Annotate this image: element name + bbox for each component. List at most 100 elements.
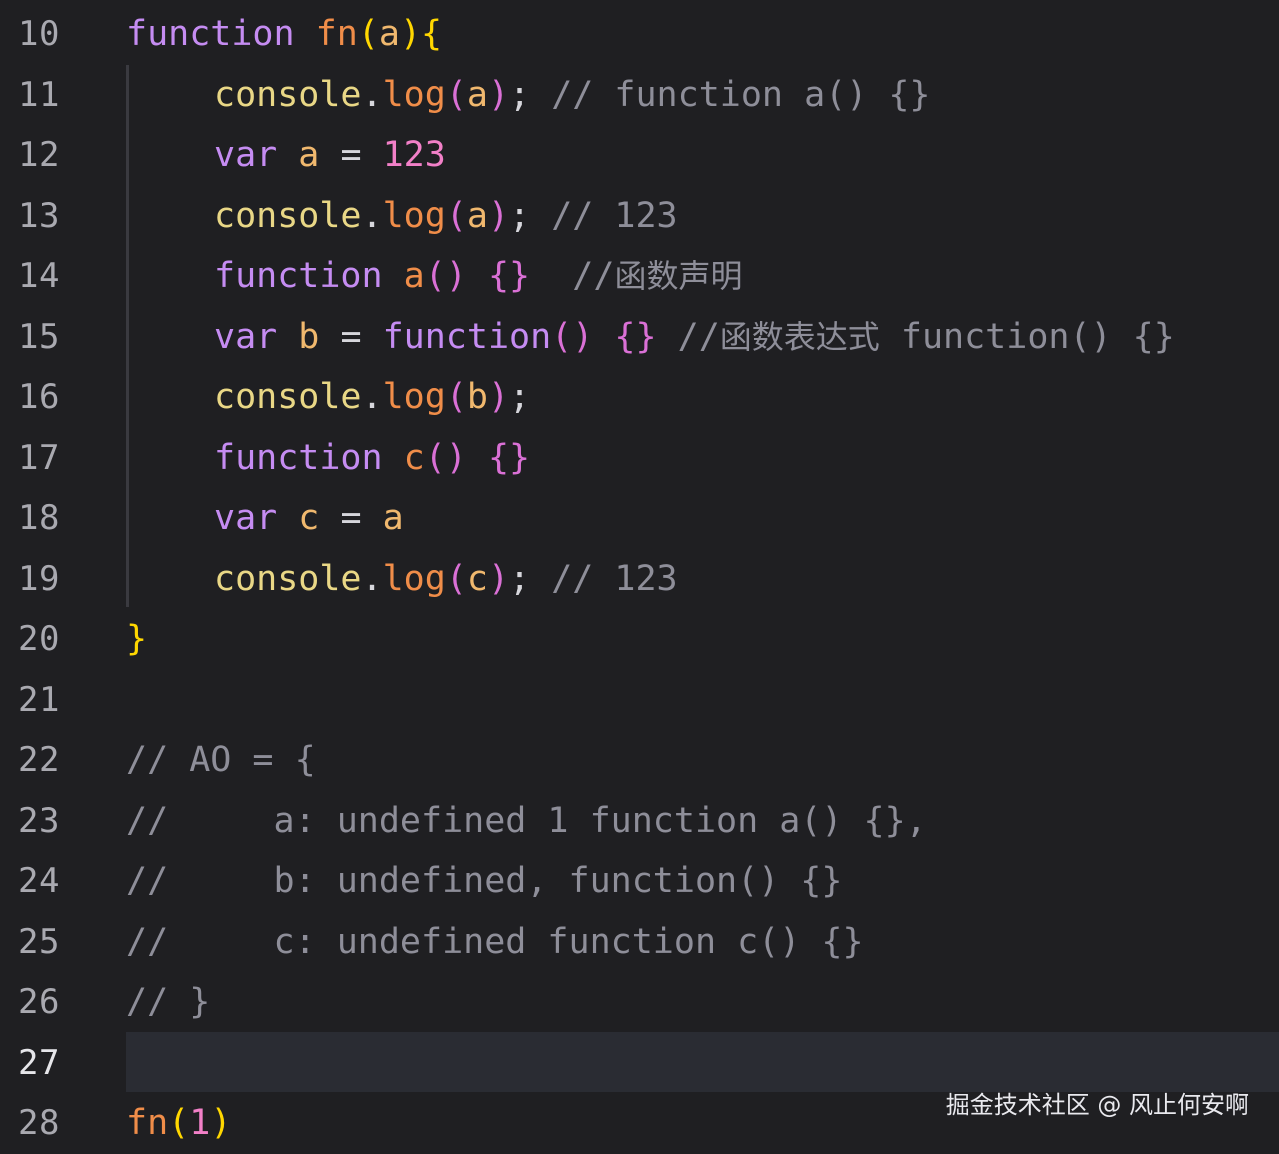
code-line[interactable]: 17 function c() {} (0, 428, 1279, 489)
line-number: 16 (18, 377, 60, 417)
code-line[interactable]: 13 console.log(a); // 123 (0, 186, 1279, 247)
code-token: var (214, 135, 278, 175)
code-line[interactable]: 15 var b = function() {} //函数表达式 function… (0, 307, 1279, 368)
code-text[interactable]: console.log(a); // 123 (126, 186, 678, 247)
code-text[interactable]: } (126, 609, 147, 670)
code-token: // 123 (551, 558, 678, 599)
code-token: . (361, 377, 383, 417)
code-text[interactable]: // c: undefined function c() {} (126, 912, 864, 973)
code-line[interactable]: 19 console.log(c); // 123 (0, 549, 1279, 610)
code-token: = (319, 498, 383, 538)
code-token: ; (509, 195, 552, 236)
code-token: // } (126, 982, 211, 1022)
code-token: () (424, 437, 467, 478)
code-token: // c: undefined function c() {} (126, 921, 864, 962)
code-text[interactable]: console.log(c); // 123 (126, 549, 678, 610)
code-token: ) (487, 377, 510, 417)
code-token: a (466, 195, 488, 236)
code-token: ( (445, 377, 467, 417)
code-text[interactable]: // AO = { (126, 730, 316, 791)
code-token: a (466, 74, 488, 115)
code-token: console (214, 195, 362, 236)
line-number: 23 (18, 800, 60, 841)
line-number: 20 (18, 619, 60, 659)
code-token: 函数表达式 (719, 317, 880, 356)
line-number: 25 (18, 921, 60, 962)
code-token: 1 (189, 1103, 211, 1143)
line-number: 22 (18, 740, 60, 780)
code-text[interactable]: var c = a (126, 488, 404, 549)
code-token: a (382, 498, 404, 538)
line-number: 11 (18, 74, 60, 115)
code-line[interactable]: 26 // } (0, 972, 1279, 1033)
code-token: . (361, 74, 383, 115)
code-line[interactable]: 23 // a: undefined 1 function a() {}, (0, 791, 1279, 852)
code-line[interactable]: 14 function a() {} //函数声明 (0, 246, 1279, 307)
code-token: var (214, 316, 278, 357)
code-token: ( (445, 74, 467, 115)
code-editor[interactable]: 10 function fn(a){11 console.log(a); // fu… (0, 0, 1279, 1150)
line-number: 21 (18, 679, 60, 720)
code-text[interactable]: function fn(a){ (126, 4, 442, 65)
code-token: ) (487, 558, 510, 599)
code-text[interactable]: console.log(b); (126, 367, 530, 428)
code-line[interactable]: 21 (0, 670, 1279, 731)
code-token: 123 (382, 135, 446, 175)
code-token: c (403, 437, 425, 478)
code-line[interactable]: 22 // AO = { (0, 730, 1279, 791)
code-token: function (214, 256, 383, 296)
code-line[interactable]: 24 // b: undefined, function() {} (0, 851, 1279, 912)
code-token: } (126, 619, 148, 659)
code-text[interactable]: fn(1) (126, 1093, 231, 1154)
code-token: // function a() {} (551, 74, 931, 115)
code-token: ) (210, 1103, 232, 1143)
code-token: . (361, 558, 383, 599)
code-token: // AO = { (126, 740, 316, 780)
line-number: 27 (18, 1042, 60, 1083)
code-token: ( (357, 14, 379, 54)
code-line[interactable]: 10 function fn(a){ (0, 4, 1279, 65)
code-token: a (403, 256, 425, 296)
code-text[interactable]: // } (126, 972, 210, 1033)
code-token: () (424, 256, 467, 296)
code-line[interactable]: 12 var a = 123 (0, 125, 1279, 186)
code-token: a (298, 135, 320, 175)
code-token: log (382, 558, 446, 599)
line-number: 13 (18, 195, 60, 236)
code-token: = (319, 135, 383, 175)
code-token: ; (509, 558, 552, 599)
line-number: 24 (18, 861, 60, 901)
code-token: ) (487, 195, 510, 236)
code-token: function() {} (879, 316, 1175, 357)
code-line[interactable]: 20} (0, 609, 1279, 670)
code-line[interactable]: 27 (0, 1033, 1279, 1094)
code-token: a (378, 14, 400, 54)
code-token: function (382, 316, 552, 357)
code-text[interactable]: function c() {} (126, 428, 530, 489)
code-token: ( (445, 195, 467, 236)
code-text[interactable]: function a() {} //函数声明 (126, 246, 742, 307)
code-line[interactable]: 11 console.log(a); // function a() {} (0, 65, 1279, 126)
code-token: console (214, 558, 362, 599)
code-text[interactable]: // b: undefined, function() {} (126, 851, 842, 912)
line-number: 17 (18, 437, 60, 478)
code-text[interactable]: var a = 123 (126, 125, 446, 186)
code-token: { (421, 14, 443, 54)
code-text[interactable]: var b = function() {} //函数表达式 function()… (126, 307, 1175, 368)
code-token: b (466, 377, 488, 417)
code-text[interactable]: console.log(a); // function a() {} (126, 65, 931, 126)
code-token: ) (399, 14, 422, 54)
code-line[interactable]: 25 // c: undefined function c() {} (0, 912, 1279, 973)
code-text[interactable]: // a: undefined 1 function a() {}, (126, 791, 927, 852)
code-line[interactable]: 16 console.log(b); (0, 367, 1279, 428)
code-token: ( (445, 558, 467, 599)
code-token: function (126, 14, 295, 54)
code-line[interactable]: 18 var c = a (0, 488, 1279, 549)
code-token: {} (614, 316, 657, 357)
